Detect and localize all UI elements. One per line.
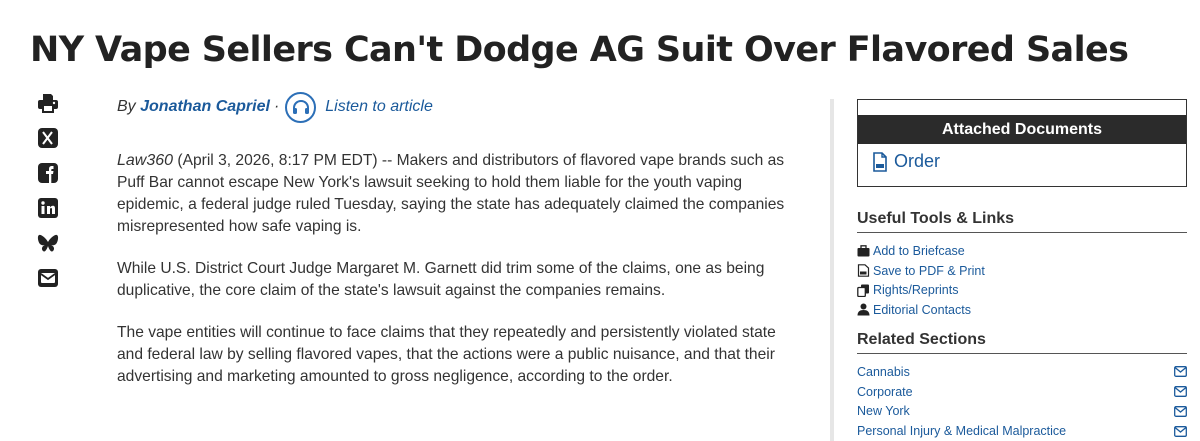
related-section-item: New York — [857, 402, 1187, 422]
listen-to-article-link[interactable]: Listen to article — [325, 98, 433, 116]
related-section-link[interactable]: Corporate — [857, 385, 913, 399]
source-name: Law360 — [117, 152, 174, 169]
document-link-order[interactable]: Order — [858, 144, 1186, 172]
tool-label: Add to Briefcase — [873, 243, 965, 258]
related-section-link[interactable]: Cannabis — [857, 365, 910, 379]
pdf-icon — [873, 151, 887, 172]
related-section-link[interactable]: New York — [857, 404, 910, 418]
tool-label: Save to PDF & Print — [873, 263, 985, 278]
dateline-text: (April 3, 2026, 8:17 PM EDT) -- Makers a… — [117, 152, 785, 235]
byline: By Jonathan Capriel · Listen to article — [117, 91, 433, 123]
byline-separator: · — [273, 98, 280, 115]
x-twitter-icon[interactable] — [37, 127, 59, 149]
article-lead-paragraph: Law360 (April 3, 2026, 8:17 PM EDT) -- M… — [117, 150, 802, 238]
useful-tools-title: Useful Tools & Links — [857, 210, 1187, 233]
editorial-contacts-link[interactable]: Editorial Contacts — [857, 300, 1187, 320]
listen-button[interactable] — [285, 91, 317, 123]
document-label: Order — [894, 151, 941, 171]
copy-icon — [857, 284, 869, 297]
article-paragraph: The vape entities will continue to face … — [117, 324, 776, 385]
related-section-item: Corporate — [857, 382, 1187, 402]
headphones-icon — [292, 99, 309, 114]
related-section-item: Cannabis — [857, 362, 1187, 382]
person-icon — [857, 303, 870, 316]
article-body: Law360 (April 3, 2026, 8:17 PM EDT) -- M… — [117, 150, 802, 408]
envelope-icon[interactable] — [1174, 386, 1187, 398]
share-toolbar — [37, 92, 63, 302]
briefcase-icon — [857, 244, 870, 257]
envelope-icon[interactable] — [1174, 366, 1187, 378]
attached-documents-title: Attached Documents — [858, 115, 1186, 144]
related-sections-title: Related Sections — [857, 331, 1187, 354]
attached-documents-box: Attached Documents Order — [857, 99, 1187, 187]
pdf-icon — [857, 264, 870, 277]
envelope-icon[interactable] — [1174, 425, 1187, 437]
email-icon[interactable] — [37, 267, 59, 289]
linkedin-icon[interactable] — [37, 197, 59, 219]
tool-label: Editorial Contacts — [873, 302, 971, 317]
byline-prefix: By — [117, 98, 136, 115]
article-paragraph: While U.S. District Court Judge Margaret… — [117, 260, 765, 299]
facebook-icon[interactable] — [37, 162, 59, 184]
rights-reprints-link[interactable]: Rights/Reprints — [857, 280, 1187, 300]
related-section-link[interactable]: Personal Injury & Medical Malpractice — [857, 424, 1066, 438]
save-to-pdf-link[interactable]: Save to PDF & Print — [857, 261, 1187, 281]
article-headline: NY Vape Sellers Can't Dodge AG Suit Over… — [30, 30, 1129, 70]
author-link[interactable]: Jonathan Capriel — [140, 98, 270, 116]
useful-tools-section: Useful Tools & Links Add to Briefcase Sa… — [857, 210, 1187, 320]
tool-label: Rights/Reprints — [873, 283, 959, 298]
add-to-briefcase-link[interactable]: Add to Briefcase — [857, 241, 1187, 261]
print-icon[interactable] — [37, 92, 59, 114]
related-section-item: Personal Injury & Medical Malpractice — [857, 421, 1187, 441]
related-sections: Related Sections Cannabis Corporate New … — [857, 331, 1187, 441]
column-divider — [830, 99, 834, 441]
envelope-icon[interactable] — [1174, 406, 1187, 417]
bluesky-icon[interactable] — [37, 232, 59, 254]
